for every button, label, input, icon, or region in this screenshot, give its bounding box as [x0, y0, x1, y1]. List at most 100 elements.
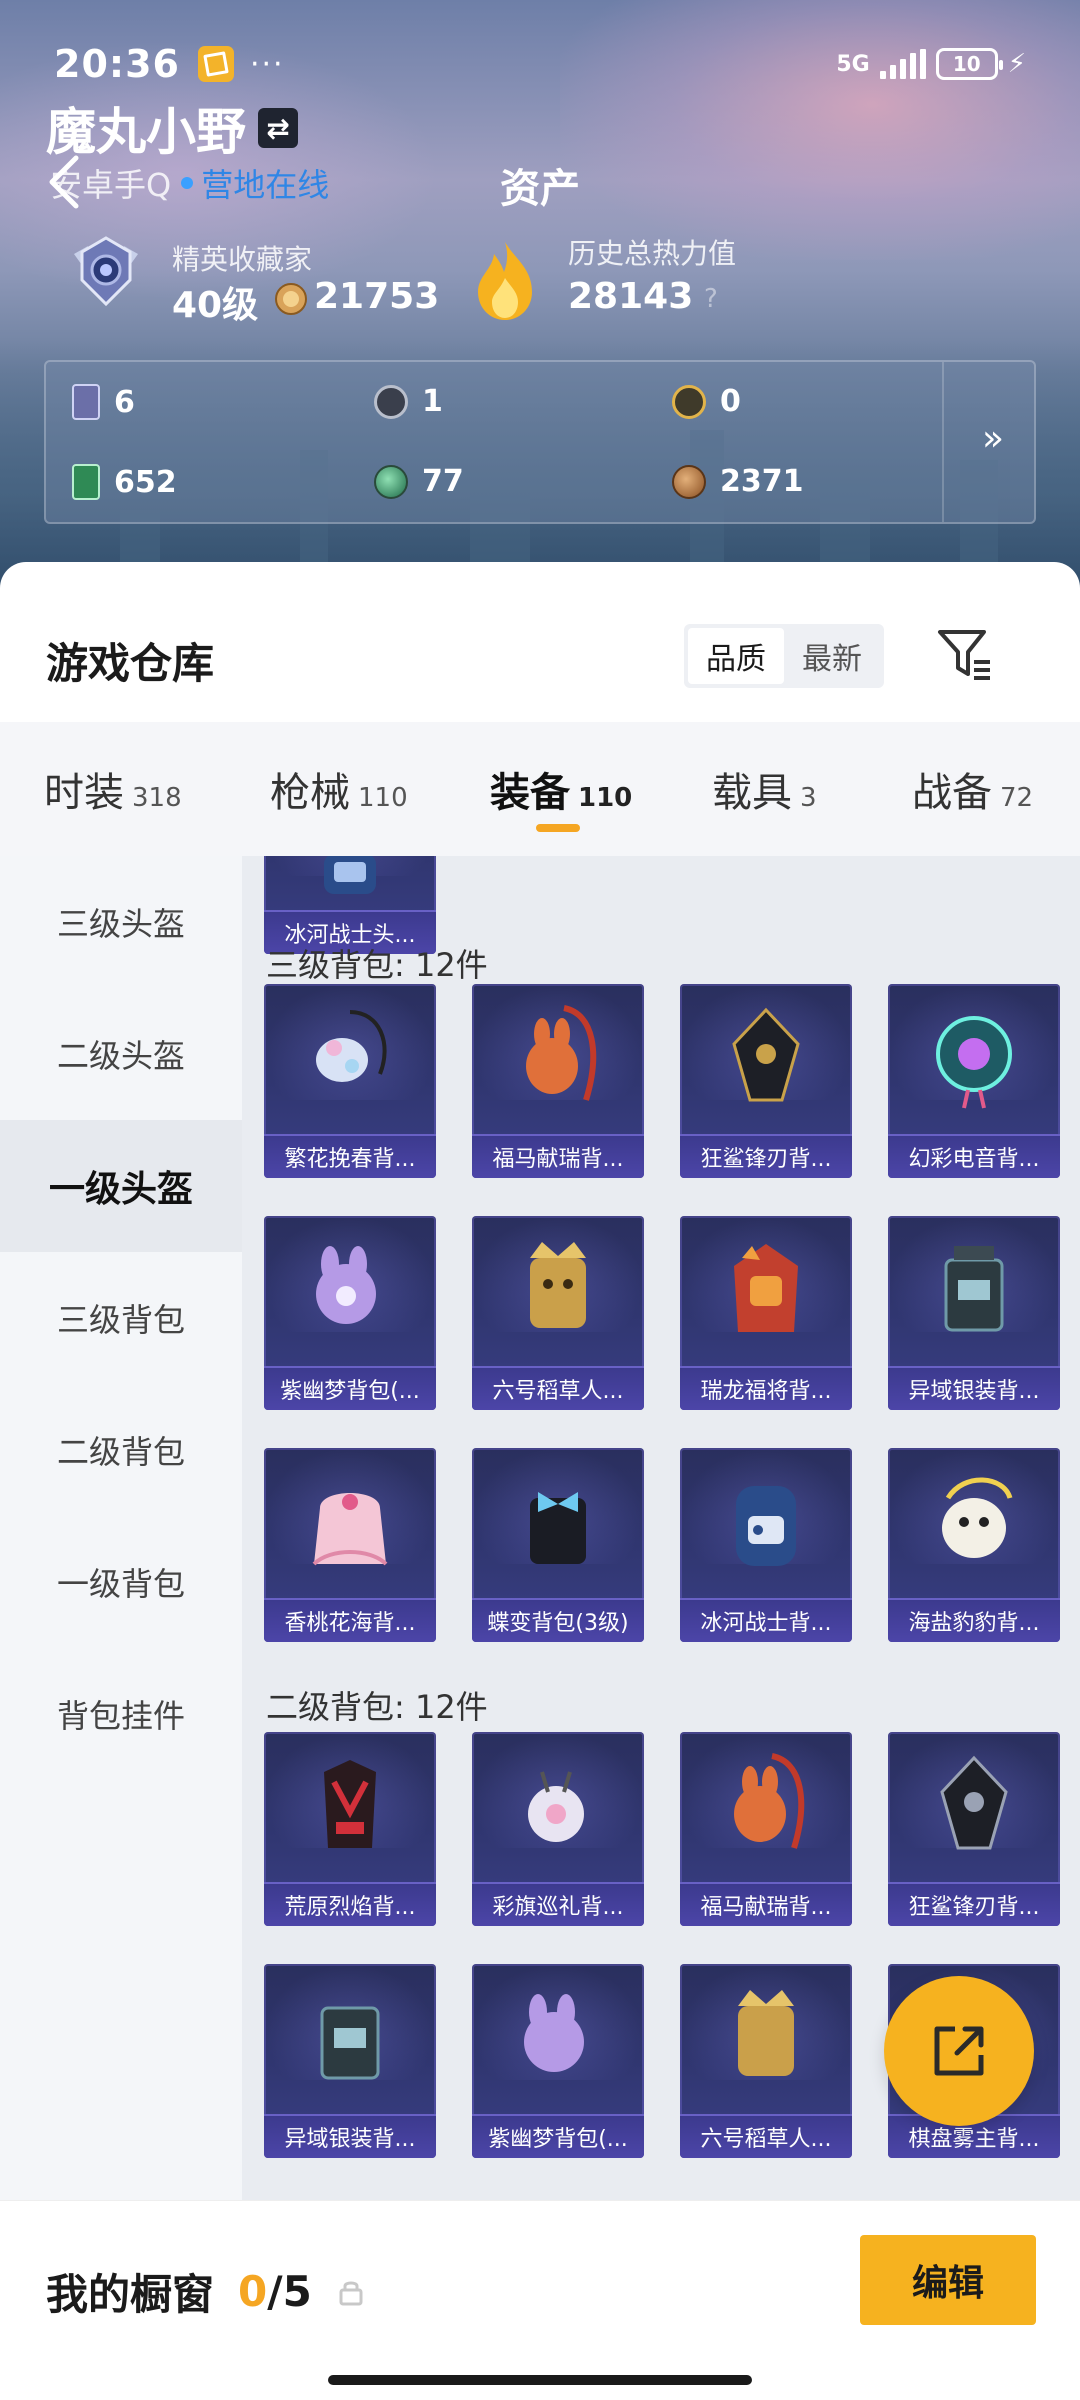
currency-value: 1 — [422, 384, 443, 419]
tab-supplies[interactable]: 战备 72 — [912, 760, 1033, 818]
sidebar-item-helmet-3[interactable]: 三级头盔 — [0, 856, 242, 988]
share-button[interactable] — [884, 1976, 1034, 2126]
item-card[interactable]: 冰河战士背... — [680, 1448, 852, 1642]
help-icon[interactable]: ? — [704, 284, 718, 314]
item-name: 异域银装背... — [888, 1366, 1060, 1410]
item-card[interactable]: 福马献瑞背... — [680, 1732, 852, 1926]
item-card[interactable]: 瑞龙福将背... — [680, 1216, 852, 1410]
backpack-art-icon — [936, 1016, 1012, 1109]
item-name: 六号稻草人... — [472, 1366, 644, 1410]
tab-vehicles[interactable]: 载具 3 — [712, 760, 817, 818]
rank-emblem-icon — [74, 236, 138, 307]
tab-count: 318 — [132, 783, 182, 813]
heat-title: 历史总热力值 — [568, 237, 737, 270]
tab-count: 3 — [800, 783, 817, 813]
gallery-notification-icon — [197, 46, 234, 82]
item-card[interactable]: 异域银装背... — [264, 1964, 436, 2158]
currency-value: 652 — [114, 464, 177, 500]
item-card[interactable]: 香桃花海背... — [264, 1448, 436, 1642]
backpack-art-icon — [942, 1477, 1013, 1558]
home-indicator[interactable] — [328, 2375, 752, 2385]
backpack-art-icon — [524, 1994, 584, 2072]
currency-value: 77 — [422, 464, 464, 499]
item-card[interactable]: 六号稻草人... — [680, 1964, 852, 2158]
sort-quality-button[interactable]: 品质 — [688, 628, 784, 684]
currency-item: 77 — [374, 464, 464, 499]
currency-panel[interactable]: 6 1 0 652 77 2371 » — [44, 360, 1036, 524]
section-header: 三级背包: 12件 — [266, 946, 488, 984]
battery-level: 10 — [952, 52, 981, 76]
backpack-art-icon — [738, 1990, 794, 2076]
item-name: 异域银装背... — [264, 2114, 436, 2158]
currency-item: 652 — [72, 464, 177, 500]
coin-value: 21753 — [314, 276, 440, 317]
backpack-art-icon — [324, 856, 376, 894]
sidebar-item-backpack-3[interactable]: 三级背包 — [0, 1252, 242, 1384]
item-grid: 冰河战士头... 三级背包: 12件 繁花挽春背... 福马献瑞背... 狂鲨锋… — [242, 856, 1080, 2400]
item-card[interactable]: 紫幽梦背包(... — [472, 1964, 644, 2158]
backpack-art-icon — [312, 1493, 388, 1566]
tab-label: 枪械 — [270, 770, 350, 816]
tab-label: 战备 — [912, 770, 992, 816]
switch-account-icon[interactable]: ⇄ — [258, 108, 298, 148]
backpack-art-icon — [324, 1760, 376, 1848]
item-name: 冰河战士背... — [680, 1598, 852, 1642]
sidebar-item-backpack-2[interactable]: 二级背包 — [0, 1384, 242, 1516]
sidebar-item-helmet-2[interactable]: 二级头盔 — [0, 988, 242, 1120]
battery-icon: 10 — [935, 48, 1003, 80]
item-card[interactable]: 紫幽梦背包(... — [264, 1216, 436, 1410]
showcase-label: 我的橱窗 — [46, 2270, 215, 2319]
tab-label: 装备 — [490, 770, 570, 816]
item-card[interactable]: 彩旗巡礼背... — [472, 1732, 644, 1926]
backpack-art-icon — [734, 1753, 805, 1849]
expand-currency-icon[interactable]: » — [982, 418, 1004, 459]
tab-fashion[interactable]: 时装 318 — [44, 760, 182, 818]
currency-value: 2371 — [720, 464, 804, 499]
warehouse-header: 游戏仓库 品质 最新 — [0, 562, 1080, 722]
item-name: 狂鲨锋刃背... — [888, 1882, 1060, 1926]
showcase-separator: / — [267, 2267, 283, 2316]
item-card[interactable]: 狂鲨锋刃背... — [888, 1732, 1060, 1926]
sidebar-item-pendant[interactable]: 背包挂件 — [0, 1648, 242, 1780]
backpack-art-icon — [530, 1492, 586, 1564]
warehouse-title: 游戏仓库 — [46, 639, 215, 688]
tab-equipment[interactable]: 装备 110 — [490, 760, 632, 818]
currency-item: 2371 — [672, 464, 804, 499]
sort-newest-button[interactable]: 最新 — [784, 628, 880, 684]
item-name: 福马献瑞背... — [472, 1134, 644, 1178]
sidebar-item-helmet-1[interactable]: 一级头盔 — [0, 1120, 242, 1252]
more-notifications-icon: ··· — [249, 46, 285, 82]
tab-weapons[interactable]: 枪械 110 — [270, 760, 408, 818]
status-time: 20:36 — [54, 42, 180, 86]
green-card-icon — [72, 464, 100, 500]
item-card[interactable]: 福马献瑞背... — [472, 984, 644, 1178]
item-card[interactable]: 幻彩电音背... — [888, 984, 1060, 1178]
subcategory-sidebar: 三级头盔 二级头盔 一级头盔 三级背包 二级背包 一级背包 背包挂件 — [0, 856, 242, 2400]
sidebar-item-backpack-1[interactable]: 一级背包 — [0, 1516, 242, 1648]
backpack-art-icon — [528, 1771, 584, 1842]
item-card[interactable]: 荒原烈焰背... — [264, 1732, 436, 1926]
item-card[interactable]: 异域银装背... — [888, 1216, 1060, 1410]
warehouse-sheet: 游戏仓库 品质 最新 时装 318 枪械 110 装备 110 载具 3 战备 … — [0, 562, 1080, 2400]
item-name: 幻彩电音背... — [888, 1134, 1060, 1178]
item-name: 荒原烈焰背... — [264, 1882, 436, 1926]
item-name: 香桃花海背... — [264, 1598, 436, 1642]
rank-title: 精英收藏家 — [172, 243, 313, 276]
item-card[interactable]: 蝶变背包(3级) — [472, 1448, 644, 1642]
item-card[interactable]: 繁花挽春背... — [264, 984, 436, 1178]
backpack-art-icon — [320, 2006, 380, 2080]
share-icon — [934, 2026, 984, 2076]
item-card[interactable]: 六号稻草人... — [472, 1216, 644, 1410]
edit-button[interactable]: 编辑 — [860, 2235, 1036, 2325]
item-name: 蝶变背包(3级) — [472, 1598, 644, 1642]
currency-value: 0 — [720, 384, 741, 419]
lock-icon — [339, 2281, 363, 2305]
gold-token-icon — [672, 384, 706, 419]
item-card[interactable]: 狂鲨锋刃背... — [680, 984, 852, 1178]
item-card[interactable]: 海盐豹豹背... — [888, 1448, 1060, 1642]
item-name: 海盐豹豹背... — [888, 1598, 1060, 1642]
tab-count: 110 — [578, 783, 633, 813]
charging-icon: ⚡ — [1007, 49, 1026, 79]
backpack-art-icon — [732, 1007, 800, 1102]
filter-icon[interactable] — [934, 624, 994, 684]
